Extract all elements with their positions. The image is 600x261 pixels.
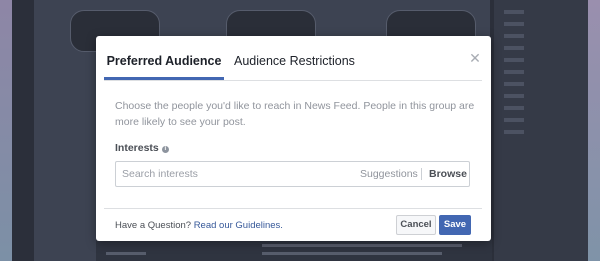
question-text: Have a Question? xyxy=(115,220,192,231)
background-side-list xyxy=(494,0,588,261)
dialog-footer: Have a Question? Read our Guidelines. Ca… xyxy=(104,208,482,242)
background-list-row xyxy=(504,22,524,26)
background-list-row xyxy=(504,118,524,122)
background-text-line xyxy=(262,252,442,255)
info-icon[interactable]: i xyxy=(161,146,169,153)
background-list-row xyxy=(504,94,524,98)
background-list-row xyxy=(504,34,524,38)
save-button[interactable]: Save xyxy=(439,215,471,235)
background-edge-left xyxy=(0,0,12,261)
help-text: Have a Question? Read our Guidelines. xyxy=(115,220,283,231)
audience-dialog: Preferred Audience Audience Restrictions… xyxy=(96,36,491,241)
close-icon[interactable]: ✕ xyxy=(469,51,481,65)
background-list-row xyxy=(504,130,524,134)
background-list-row xyxy=(504,10,524,14)
interests-label: Interests xyxy=(115,142,159,154)
dialog-description: Choose the people you'd like to reach in… xyxy=(115,100,475,128)
dialog-tabs: Preferred Audience Audience Restrictions xyxy=(104,36,482,81)
background-list-row xyxy=(504,82,524,86)
cancel-button[interactable]: Cancel xyxy=(396,215,436,235)
link-divider xyxy=(421,168,422,180)
background-list-row xyxy=(504,70,524,74)
interests-search-box: Suggestions Browse xyxy=(115,161,470,187)
suggestions-link[interactable]: Suggestions xyxy=(360,162,418,186)
background-text-line xyxy=(106,252,146,255)
tab-audience-restrictions[interactable]: Audience Restrictions xyxy=(234,36,355,78)
browse-link[interactable]: Browse xyxy=(429,162,467,186)
background-list-row xyxy=(504,106,524,110)
tab-preferred-audience[interactable]: Preferred Audience xyxy=(104,36,224,80)
background-list-row xyxy=(504,58,524,62)
guidelines-link[interactable]: Read our Guidelines. xyxy=(194,220,283,231)
search-interests-input[interactable] xyxy=(122,162,342,186)
background-edge-right xyxy=(588,0,600,261)
interests-heading: Interests i xyxy=(115,142,169,154)
background-list-row xyxy=(504,46,524,50)
background-text-line xyxy=(262,244,462,247)
background-bottom-content xyxy=(96,240,492,261)
